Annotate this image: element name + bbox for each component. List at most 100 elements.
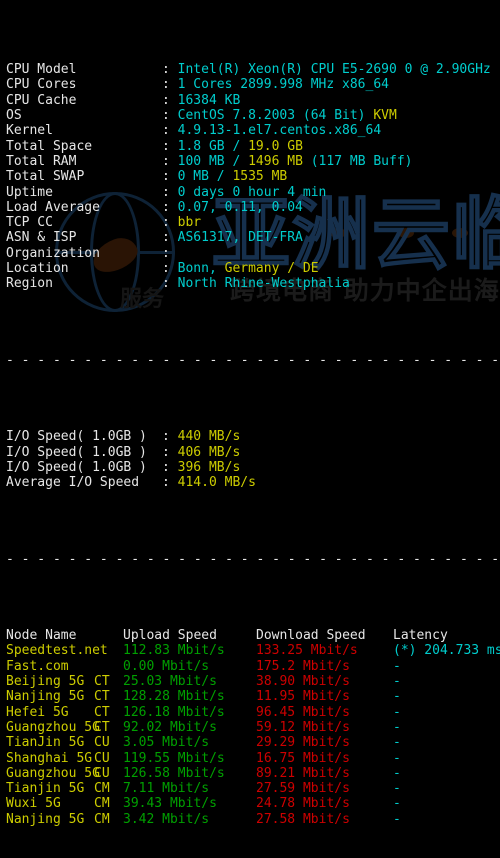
table-cell-download: 11.95 Mbit/s xyxy=(256,689,350,705)
node-isp-label: CU xyxy=(94,735,110,751)
sysinfo-colon: : xyxy=(162,92,178,108)
node-isp-label: CM xyxy=(94,781,110,797)
table-cell-download: 89.21 Mbit/s xyxy=(256,765,350,781)
sysinfo-value: North Rhine-Westphalia xyxy=(177,276,350,292)
table-row: Shanghai 5G CU 119.55 Mbit/s 16.75 Mbit/s - xyxy=(6,751,500,766)
sysinfo-label: Total SWAP xyxy=(6,169,85,185)
table-cell-upload: 126.18 Mbit/s xyxy=(123,704,225,720)
sysinfo-value: 0.07, 0.11, 0.04 xyxy=(177,199,303,215)
sysinfo-row: Total RAM: 100 MB / 1496 MB (117 MB Buff… xyxy=(6,154,500,169)
table-cell-node: Beijing 5G CT xyxy=(6,674,123,689)
sysinfo-label: Total Space xyxy=(6,138,93,154)
table-row: TianJin 5G CU 3.05 Mbit/s 29.29 Mbit/s - xyxy=(6,735,500,750)
table-cell-latency: - xyxy=(393,674,401,690)
sysinfo-row: Organization: xyxy=(6,246,500,261)
node-name-label: Fast.com xyxy=(6,658,69,674)
sysinfo-colon: : xyxy=(162,108,178,124)
sysinfo-label: Load Average xyxy=(6,199,100,215)
table-cell-latency: - xyxy=(393,689,401,705)
sysinfo-value-secondary: KVM xyxy=(373,108,397,124)
node-isp-label: CT xyxy=(94,704,110,720)
io-speed-value: 414.0 MB/s xyxy=(177,475,256,491)
table-cell-upload: 0.00 Mbit/s xyxy=(123,658,210,674)
io-speed-colon: : xyxy=(162,475,178,491)
terminal-output[interactable]: CPU Model: Intel(R) Xeon(R) CPU E5-2690 … xyxy=(0,0,500,858)
sysinfo-value: 16384 KB xyxy=(177,92,241,108)
table-cell-node: Guangzhou 5GCU xyxy=(6,766,123,781)
sysinfo-colon: : xyxy=(162,215,178,231)
table-cell-upload: 128.28 Mbit/s xyxy=(123,689,225,705)
sysinfo-row: Location: Bonn, Germany / DE xyxy=(6,261,500,276)
table-row: Tianjin 5G CM 7.11 Mbit/s 27.59 Mbit/s - xyxy=(6,781,500,796)
sysinfo-row: Load Average: 0.07, 0.11, 0.04 xyxy=(6,200,500,215)
sysinfo-value: AS61317, DET-FRA xyxy=(177,230,303,246)
node-name-label: Guangzhou 5G xyxy=(6,765,100,781)
io-speed-value: 406 MB/s xyxy=(177,444,241,460)
sysinfo-label: Total RAM xyxy=(6,153,77,169)
io-speed-value: 396 MB/s xyxy=(177,459,241,475)
table-header-row: Node Name Upload Speed Download Speed Laten… xyxy=(6,628,500,643)
table-header-upload: Upload Speed xyxy=(123,628,217,644)
table-cell-upload: 39.43 Mbit/s xyxy=(123,796,217,812)
table-cell-latency: - xyxy=(393,719,401,735)
sysinfo-label: Kernel xyxy=(6,123,53,139)
table-cell-download: 175.2 Mbit/s xyxy=(256,658,350,674)
table-cell-upload: 25.03 Mbit/s xyxy=(123,674,217,690)
sysinfo-colon: : xyxy=(162,169,178,185)
sysinfo-colon: : xyxy=(162,153,178,169)
table-cell-download: 133.25 Mbit/s xyxy=(256,643,358,659)
sysinfo-row: Kernel: 4.9.13-1.el7.centos.x86_64 xyxy=(6,123,500,138)
sysinfo-colon: : xyxy=(162,123,178,139)
sysinfo-row: CPU Cache: 16384 KB xyxy=(6,93,500,108)
table-cell-latency: - xyxy=(393,658,401,674)
table-cell-latency: - xyxy=(393,796,401,812)
separator-line-2: - - - - - - - - - - - - - - - - - - - - … xyxy=(6,551,500,567)
table-cell-upload: 126.58 Mbit/s xyxy=(123,765,225,781)
io-speed-block: I/O Speed( 1.0GB ): 440 MB/s I/O Speed( 1… xyxy=(6,429,500,490)
sysinfo-row: OS: CentOS 7.8.2003 (64 Bit) KVM xyxy=(6,108,500,123)
table-cell-download: 27.58 Mbit/s xyxy=(256,811,350,827)
table-row: Beijing 5G CT 25.03 Mbit/s 38.90 Mbit/s - xyxy=(6,674,500,689)
table-cell-node: Nanjing 5G CT xyxy=(6,689,123,704)
table-cell-latency: - xyxy=(393,781,401,797)
sysinfo-row: TCP CC: bbr xyxy=(6,215,500,230)
table-cell-node: Tianjin 5G CM xyxy=(6,781,123,796)
table-cell-download: 59.12 Mbit/s xyxy=(256,719,350,735)
sysinfo-row: Total SWAP: 0 MB / 1535 MB xyxy=(6,169,500,184)
sysinfo-value-secondary: 1496 MB xyxy=(248,153,303,169)
io-speed-label: I/O Speed( 1.0GB ) xyxy=(6,429,147,445)
sysinfo-value: 1.8 GB / xyxy=(177,138,241,154)
node-name-label: Nanjing 5G xyxy=(6,689,85,705)
io-speed-row: I/O Speed( 1.0GB ): 406 MB/s xyxy=(6,445,500,460)
sysinfo-label: Location xyxy=(6,261,69,277)
sysinfo-colon: : xyxy=(162,199,178,215)
node-name-label: Nanjing 5G xyxy=(6,811,85,827)
sysinfo-colon: : xyxy=(162,245,178,261)
sysinfo-label: Region xyxy=(6,276,53,292)
node-isp-label: CT xyxy=(94,674,110,690)
io-speed-row: I/O Speed( 1.0GB ): 396 MB/s xyxy=(6,460,500,475)
sysinfo-value: 0 days 0 hour 4 min xyxy=(177,184,327,200)
table-row: Guangzhou 5GCU 126.58 Mbit/s 89.21 Mbit/s - xyxy=(6,766,500,781)
node-isp-label: CU xyxy=(94,750,110,766)
sysinfo-colon: : xyxy=(162,276,178,292)
table-cell-download: 96.45 Mbit/s xyxy=(256,704,350,720)
node-isp-label: CT xyxy=(94,719,110,735)
table-cell-latency: - xyxy=(393,735,401,751)
sysinfo-colon: : xyxy=(162,230,178,246)
sysinfo-value-secondary: Germany / DE xyxy=(224,261,319,277)
sysinfo-row: Uptime: 0 days 0 hour 4 min xyxy=(6,185,500,200)
sysinfo-colon: : xyxy=(162,184,178,200)
sysinfo-row: CPU Cores: 1 Cores 2899.998 MHz x86_64 xyxy=(6,77,500,92)
sysinfo-value-tertiary: (117 MB Buff) xyxy=(310,153,413,169)
table-row: Hefei 5G CT 126.18 Mbit/s 96.45 Mbit/s - xyxy=(6,705,500,720)
separator-line-1: - - - - - - - - - - - - - - - - - - - - … xyxy=(6,352,500,368)
node-isp-label: CT xyxy=(94,689,110,705)
table-cell-upload: 92.02 Mbit/s xyxy=(123,719,217,735)
table-row: Guangzhou 5GCT 92.02 Mbit/s 59.12 Mbit/s - xyxy=(6,720,500,735)
sysinfo-label: OS xyxy=(6,108,22,124)
table-cell-node: Hefei 5G CT xyxy=(6,705,123,720)
sysinfo-value: CentOS 7.8.2003 (64 Bit) xyxy=(177,108,366,124)
table-cell-node: Shanghai 5G CU xyxy=(6,751,123,766)
node-name-label: Beijing 5G xyxy=(6,674,85,690)
